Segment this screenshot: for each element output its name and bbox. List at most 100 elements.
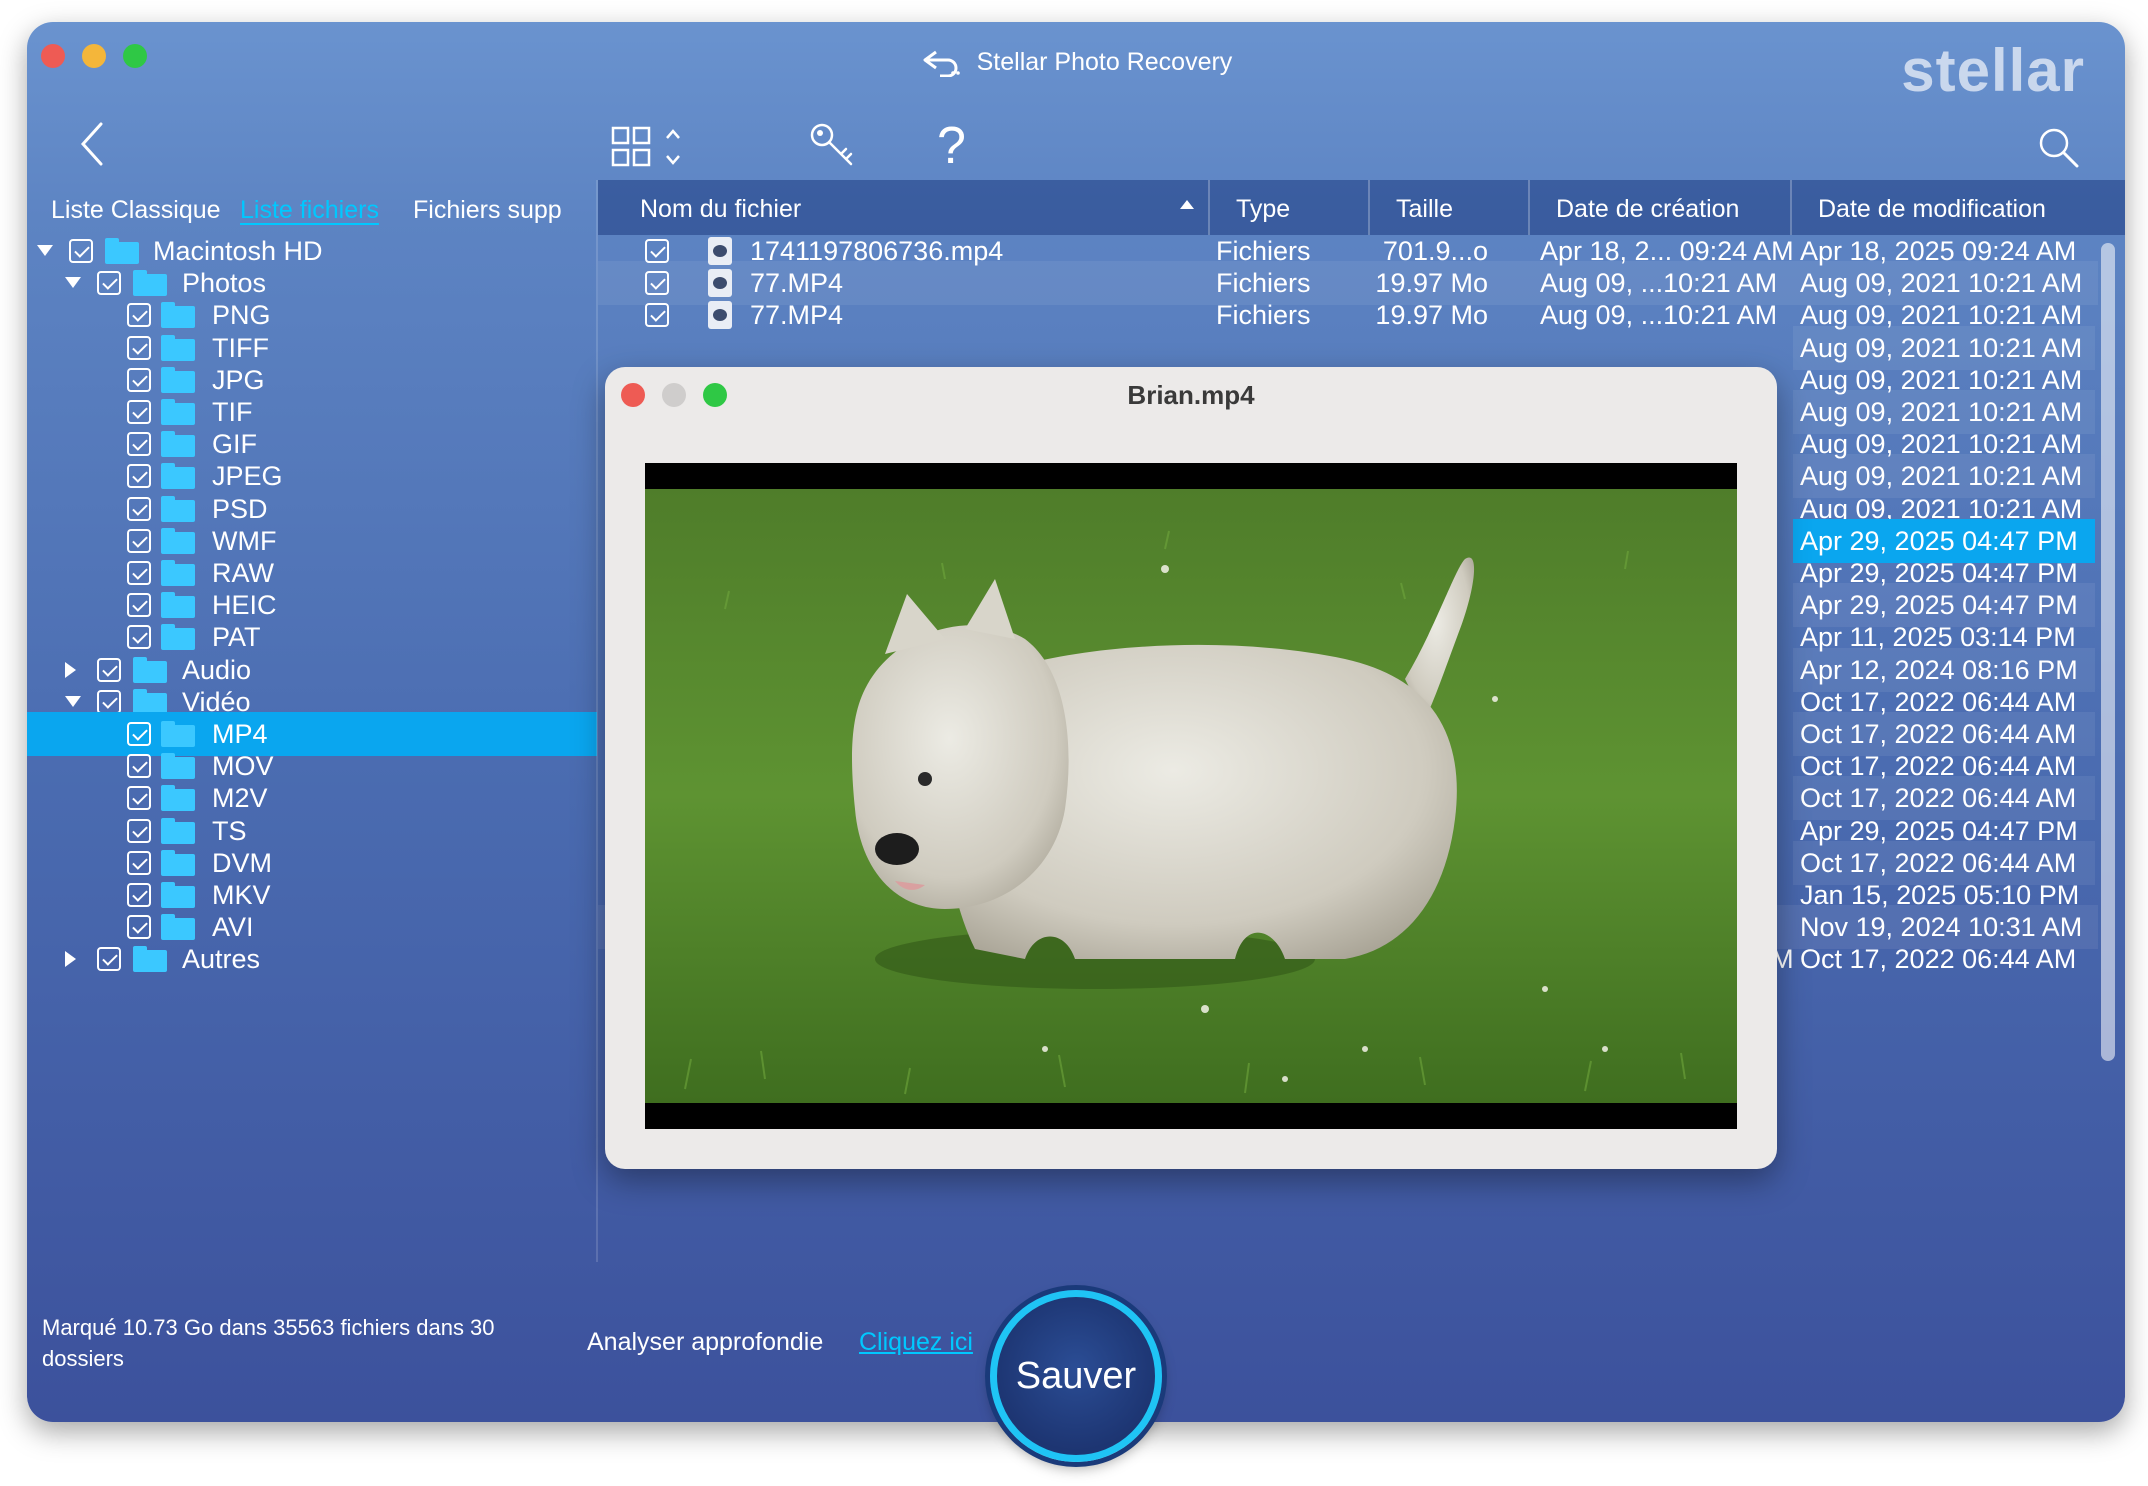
- selection-status: Marqué 10.73 Go dans 35563 fichiers dans…: [42, 1315, 495, 1371]
- file-row-checkbox[interactable]: [645, 303, 669, 328]
- window-title: Stellar Photo Recovery: [976, 48, 1233, 76]
- app-logo-icon: [923, 51, 960, 78]
- stellar-logo: stellar: [1901, 37, 2085, 104]
- tree-item-checkbox[interactable]: [127, 593, 151, 618]
- folder-icon: [161, 817, 195, 844]
- file-list-header: Nom du fichier Type Taille Date de créat…: [598, 180, 2125, 235]
- tree-item-checkbox[interactable]: [97, 947, 121, 972]
- tree-item-checkbox[interactable]: [127, 432, 151, 457]
- activate-key-button[interactable]: [809, 122, 855, 173]
- search-button[interactable]: [2037, 126, 2079, 173]
- preview-title: Brian.mp4: [1127, 380, 1255, 410]
- tree-item-checkbox[interactable]: [127, 818, 151, 843]
- folder-icon: [161, 721, 195, 747]
- column-header-created-label: Date de création: [1556, 195, 1740, 223]
- tree-item-checkbox[interactable]: [127, 754, 151, 779]
- video-player[interactable]: [645, 463, 1737, 1129]
- tree-item-checkbox[interactable]: [127, 883, 151, 907]
- tab-file-list[interactable]: Liste fichiers: [240, 196, 379, 225]
- tree-item-checkbox[interactable]: [127, 915, 151, 940]
- tree-item-checkbox[interactable]: [127, 464, 151, 489]
- tree-item-autres[interactable]: Autres: [27, 937, 597, 981]
- file-modified-date: Oct 17, 2022 06:44 AM: [1800, 944, 2077, 975]
- column-header-modified[interactable]: Date de modification: [1792, 180, 2125, 235]
- disclosure-expanded-icon[interactable]: [65, 277, 81, 289]
- disclosure-expanded-icon[interactable]: [65, 695, 81, 707]
- deep-scan-label: Analyser approfondie: [587, 1328, 824, 1356]
- title-bar: Stellar Photo Recovery: [27, 48, 2125, 78]
- preview-window: Brian.mp4: [605, 367, 1777, 1169]
- folder-icon: [161, 495, 195, 522]
- help-icon: ?: [937, 117, 966, 175]
- view-tabs: Liste Classique Liste fichiers Fichiers …: [27, 182, 597, 235]
- view-mode-button[interactable]: [611, 126, 691, 175]
- column-header-size-label: Taille: [1396, 195, 1453, 223]
- folder-icon: [133, 688, 167, 715]
- folder-icon: [161, 882, 195, 908]
- file-modified-date[interactable]: Jan 15, 2025 05:10 PM: [1793, 873, 2095, 917]
- tree-item-checkbox[interactable]: [127, 786, 151, 811]
- tree-item-checkbox[interactable]: [127, 303, 151, 328]
- back-button[interactable]: [77, 120, 107, 173]
- folder-icon: [161, 366, 195, 393]
- folder-icon: [161, 914, 195, 941]
- file-created-date: Aug 09, ...10:21 AM: [1540, 300, 1778, 331]
- save-button[interactable]: Sauver: [990, 1290, 1162, 1462]
- file-list-scrollbar[interactable]: [2101, 243, 2115, 1061]
- tree-item-checkbox[interactable]: [127, 367, 151, 392]
- file-row-checkbox[interactable]: [645, 271, 669, 296]
- sort-ascending-icon: [1180, 200, 1194, 209]
- video-file-icon: [708, 301, 732, 330]
- tab-deleted-files[interactable]: Fichiers supp: [413, 196, 562, 225]
- file-row-checkbox[interactable]: [645, 239, 669, 263]
- tree-item-checkbox[interactable]: [97, 689, 121, 714]
- deep-scan-link[interactable]: Cliquez ici: [859, 1328, 973, 1357]
- file-type: Fichiers: [1216, 300, 1311, 331]
- search-icon: [2039, 128, 2079, 168]
- disclosure-collapsed-icon[interactable]: [65, 951, 76, 968]
- tree-item-checkbox[interactable]: [127, 496, 151, 521]
- key-icon: [810, 123, 853, 166]
- folder-icon: [133, 270, 167, 297]
- tree-item-checkbox[interactable]: [127, 335, 151, 360]
- help-button[interactable]: ?: [937, 116, 966, 176]
- tree-item-label: Autres: [182, 944, 261, 975]
- folder-icon: [161, 334, 195, 361]
- folder-icon: [161, 624, 195, 651]
- tree-item-checkbox[interactable]: [69, 239, 93, 263]
- tree-item-checkbox[interactable]: [127, 400, 151, 424]
- folder-tree-pane: Liste Classique Liste fichiers Fichiers …: [27, 182, 597, 1262]
- tree-item-checkbox[interactable]: [127, 850, 151, 875]
- disclosure-expanded-icon[interactable]: [37, 245, 53, 256]
- tree-item-checkbox[interactable]: [127, 528, 151, 553]
- file-name: 77.MP4: [750, 300, 844, 331]
- disclosure-collapsed-icon[interactable]: [65, 661, 76, 678]
- column-header-type-label: Type: [1236, 195, 1291, 223]
- column-header-size[interactable]: Taille: [1370, 180, 1530, 235]
- tree-item-checkbox[interactable]: [97, 657, 121, 682]
- column-header-created[interactable]: Date de création: [1530, 180, 1792, 235]
- folder-icon: [161, 399, 195, 425]
- folder-icon: [161, 431, 195, 458]
- folder-icon: [161, 592, 195, 619]
- tree-item-checkbox[interactable]: [97, 271, 121, 296]
- tree-item-checkbox[interactable]: [127, 561, 151, 585]
- grid-view-icon: [611, 126, 680, 167]
- folder-icon: [105, 238, 139, 264]
- tree-item-checkbox[interactable]: [127, 625, 151, 650]
- column-header-name-label: Nom du fichier: [640, 195, 802, 223]
- folder-icon: [161, 527, 195, 554]
- folder-icon: [161, 785, 195, 812]
- column-header-modified-label: Date de modification: [1818, 195, 2046, 223]
- tree-item-checkbox[interactable]: [127, 722, 151, 746]
- folder-icon: [161, 463, 195, 490]
- file-size: 19.97 Mo: [1375, 300, 1488, 331]
- folder-icon: [161, 753, 195, 780]
- column-header-name[interactable]: Nom du fichier: [598, 180, 1210, 235]
- folder-icon: [133, 656, 167, 683]
- folder-icon: [161, 560, 195, 586]
- tab-classic-list[interactable]: Liste Classique: [51, 196, 221, 225]
- folder-icon: [161, 849, 195, 876]
- chevron-left-icon: [80, 122, 103, 166]
- column-header-type[interactable]: Type: [1210, 180, 1370, 235]
